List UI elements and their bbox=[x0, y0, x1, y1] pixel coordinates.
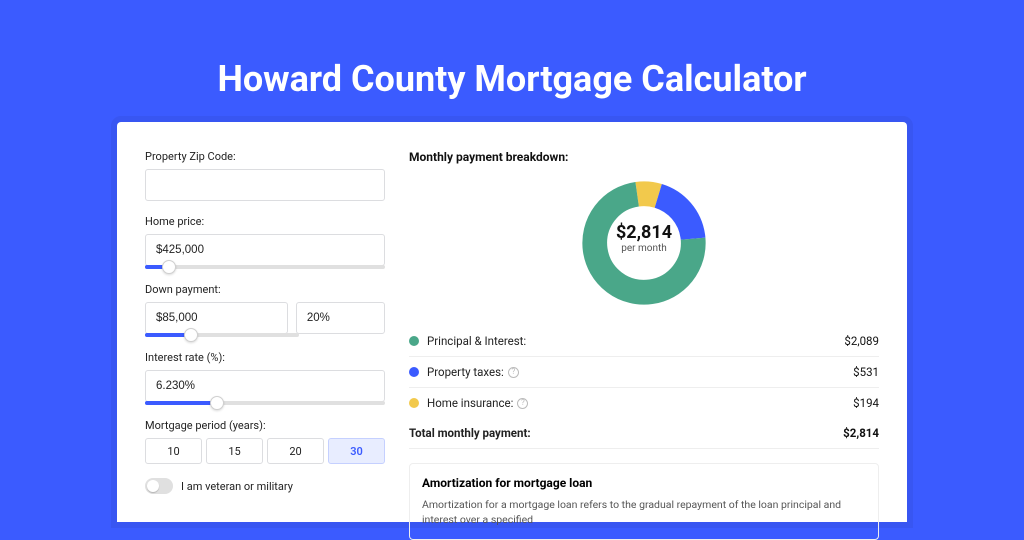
total-row: Total monthly payment: $2,814 bbox=[409, 418, 879, 449]
down-payment-percent-input[interactable] bbox=[296, 302, 385, 334]
total-label: Total monthly payment: bbox=[409, 426, 843, 440]
legend-dot bbox=[409, 336, 419, 346]
home-price-label: Home price: bbox=[145, 215, 385, 228]
breakdown-column: Monthly payment breakdown: $2,814 per mo… bbox=[409, 150, 879, 522]
info-icon[interactable]: ? bbox=[508, 367, 519, 378]
breakdown-row: Home insurance:?$194 bbox=[409, 388, 879, 418]
zip-input[interactable] bbox=[145, 169, 385, 201]
veteran-toggle[interactable] bbox=[145, 478, 173, 494]
breakdown-row: Property taxes:?$531 bbox=[409, 357, 879, 388]
down-payment-group: Down payment: bbox=[145, 283, 385, 337]
calculator-card: Property Zip Code: Home price: Down paym… bbox=[117, 122, 907, 522]
home-price-slider[interactable] bbox=[145, 265, 385, 269]
period-option-20[interactable]: 20 bbox=[267, 438, 324, 464]
breakdown-row: Principal & Interest:$2,089 bbox=[409, 326, 879, 357]
legend-dot bbox=[409, 367, 419, 377]
amortization-text: Amortization for a mortgage loan refers … bbox=[422, 498, 866, 527]
down-payment-amount-input[interactable] bbox=[145, 302, 288, 334]
input-column: Property Zip Code: Home price: Down paym… bbox=[145, 150, 385, 522]
zip-group: Property Zip Code: bbox=[145, 150, 385, 201]
donut-center-amount: $2,814 bbox=[584, 222, 704, 243]
period-option-15[interactable]: 15 bbox=[206, 438, 263, 464]
down-payment-label: Down payment: bbox=[145, 283, 385, 296]
breakdown-item-value: $531 bbox=[853, 365, 879, 379]
amortization-card: Amortization for mortgage loan Amortizat… bbox=[409, 463, 879, 540]
interest-rate-slider[interactable] bbox=[145, 401, 385, 405]
info-icon[interactable]: ? bbox=[517, 398, 528, 409]
legend-dot bbox=[409, 398, 419, 408]
period-label: Mortgage period (years): bbox=[145, 419, 385, 432]
zip-label: Property Zip Code: bbox=[145, 150, 385, 163]
veteran-label: I am veteran or military bbox=[181, 480, 293, 493]
interest-rate-group: Interest rate (%): bbox=[145, 351, 385, 405]
donut-center-sub: per month bbox=[584, 243, 704, 254]
breakdown-item-label: Principal & Interest: bbox=[427, 334, 844, 348]
breakdown-title: Monthly payment breakdown: bbox=[409, 150, 879, 164]
total-value: $2,814 bbox=[843, 426, 879, 440]
period-option-30[interactable]: 30 bbox=[328, 438, 385, 464]
donut-chart: $2,814 per month bbox=[409, 178, 879, 308]
period-group: Mortgage period (years): 10152030 bbox=[145, 419, 385, 464]
veteran-toggle-row: I am veteran or military bbox=[145, 478, 385, 494]
home-price-input[interactable] bbox=[145, 234, 385, 266]
breakdown-item-value: $194 bbox=[853, 396, 879, 410]
breakdown-item-value: $2,089 bbox=[844, 334, 879, 348]
amortization-title: Amortization for mortgage loan bbox=[422, 476, 866, 490]
home-price-group: Home price: bbox=[145, 215, 385, 269]
breakdown-item-label: Home insurance:? bbox=[427, 396, 853, 410]
period-option-10[interactable]: 10 bbox=[145, 438, 202, 464]
down-payment-slider[interactable] bbox=[145, 333, 299, 337]
interest-rate-label: Interest rate (%): bbox=[145, 351, 385, 364]
page-title: Howard County Mortgage Calculator bbox=[0, 0, 1024, 122]
breakdown-item-label: Property taxes:? bbox=[427, 365, 853, 379]
interest-rate-input[interactable] bbox=[145, 370, 385, 402]
